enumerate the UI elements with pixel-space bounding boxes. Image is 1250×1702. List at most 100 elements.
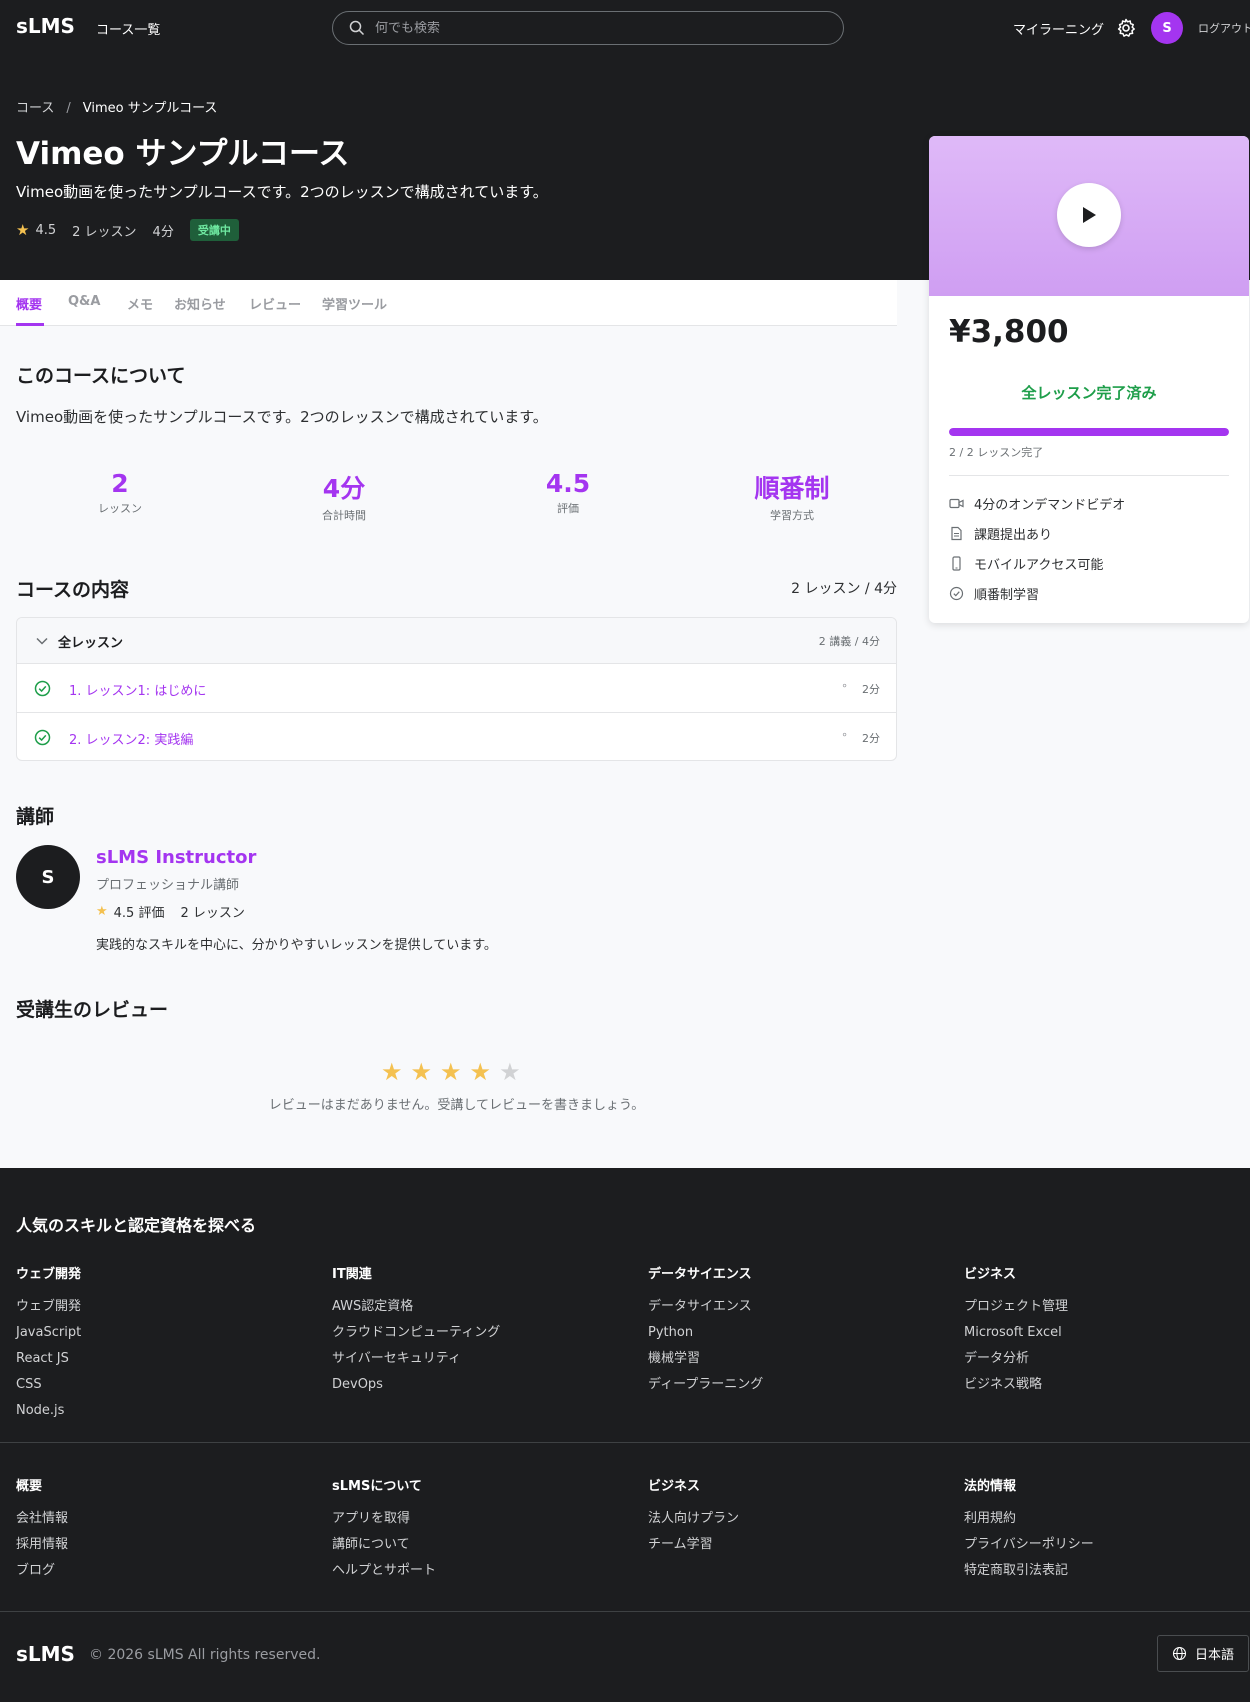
footer-link[interactable]: ウェブ開発 [16,1299,316,1325]
lesson-link[interactable]: 2. レッスン2: 実践編 [69,729,193,748]
feature-item: モバイルアクセス可能 [949,554,1103,573]
instructor-meta: ★ 4.5 評価 2 レッスン [96,902,245,921]
footer-link[interactable]: Python [648,1325,948,1351]
footer-link[interactable]: データサイエンス [648,1299,948,1325]
tab-notes[interactable]: メモ [127,294,153,313]
footer-link[interactable]: ディープラーニング [648,1377,948,1403]
star-icon: ★ [381,1058,403,1086]
star-icon: ★ [16,221,30,239]
lesson-row[interactable]: 2. レッスン2: 実践編 ∘ 2分 [17,713,896,760]
curriculum-section: 全レッスン 2 講義 / 4分 1. レッスン1: はじめに ∘ 2分 2. レ… [16,617,897,761]
search-icon [349,20,365,36]
stat-label: レッスン [98,502,142,515]
footer-link[interactable]: Microsoft Excel [964,1325,1250,1351]
footer-logo[interactable]: sLMS [16,1642,75,1666]
footer-link[interactable]: アプリを取得 [332,1511,632,1537]
footer-link[interactable]: JavaScript [16,1325,316,1351]
star-icon: ★ [410,1058,433,1086]
breadcrumb-courses[interactable]: コース [16,101,54,116]
feature-label: 順番制学習 [974,588,1040,603]
instructor-name[interactable]: sLMS Instructor [96,847,256,868]
footer-link[interactable]: データ分析 [964,1351,1250,1377]
feature-item: 4分のオンデマンドビデオ [949,494,1125,513]
instructor-bio: 実践的なスキルを中心に、分かりやすいレッスンを提供しています。 [96,938,497,953]
footer-link[interactable]: 特定商取引法表記 [964,1563,1250,1589]
footer-link[interactable]: 会社情報 [16,1511,316,1537]
course-subtitle: Vimeo動画を使ったサンプルコースです。2つのレッスンで構成されています。 [16,183,548,201]
lesson-row[interactable]: 1. レッスン1: はじめに ∘ 2分 [17,664,896,713]
chevron-down-icon [36,637,48,645]
tab-announcements[interactable]: お知らせ [174,294,226,313]
purchase-card: ¥3,800 全レッスン完了済み 2 / 2 レッスン完了 4分のオンデマンドビ… [929,136,1249,623]
enrolled-badge: 受講中 [189,219,239,241]
tab-qa[interactable]: Q&A [68,294,100,309]
tab-learning-tools[interactable]: 学習ツール [322,294,387,313]
tab-reviews[interactable]: レビュー [249,294,301,313]
progress-bar [949,428,1229,436]
logo[interactable]: sLMS [16,14,75,38]
nav-courses-link[interactable]: コース一覧 [96,19,160,38]
footer-divider [0,1442,1250,1443]
footer-link[interactable]: AWS認定資格 [332,1299,632,1325]
footer-link[interactable]: React JS [16,1351,316,1377]
footer-link[interactable]: プロジェクト管理 [964,1299,1250,1325]
footer-column-title: IT関連 [332,1267,372,1282]
footer-link[interactable]: サイバーセキュリティ [332,1351,632,1377]
footer-link[interactable]: クラウドコンピューティング [332,1325,632,1351]
course-preview[interactable] [929,136,1249,296]
footer-link[interactable]: 機械学習 [648,1351,948,1377]
footer-link[interactable]: DevOps [332,1377,632,1403]
my-learning-link[interactable]: マイラーニング [1013,19,1104,38]
instructor-rating: 4.5 評価 [113,906,165,921]
footer-column-title: 法的情報 [964,1479,1017,1494]
footer-skill-column: データサイエンス データサイエンス Python 機械学習 ディープラーニング [648,1263,948,1403]
section-count: 2 講義 / 4分 [818,635,880,648]
stat-value: 4分 [322,474,366,503]
play-icon [1083,207,1096,223]
instructor-lessons: 2 レッスン [180,906,245,921]
footer-link[interactable]: 利用規約 [964,1511,1250,1537]
search-box[interactable] [332,11,844,45]
stat-learning-mode: 順番制 学習方式 [732,469,852,523]
lesson-link[interactable]: 1. レッスン1: はじめに [69,680,206,699]
footer-link[interactable]: 講師について [332,1537,632,1563]
lesson-duration: 2分 [862,732,880,745]
footer-link[interactable]: ブログ [16,1563,316,1589]
language-selector[interactable]: 日本語 [1157,1635,1249,1672]
footer-divider [0,1611,1250,1612]
section-header[interactable]: 全レッスン 2 講義 / 4分 [17,618,896,664]
reviews-heading: 受講生のレビュー [16,999,169,1021]
instructor-heading: 講師 [16,806,55,828]
stat-label: 合計時間 [322,509,366,522]
logout-link[interactable]: ログアウト [1198,20,1250,36]
user-avatar[interactable]: S [1151,12,1183,44]
footer-link[interactable]: ヘルプとサポート [332,1563,632,1589]
search-input[interactable] [375,20,815,36]
footer-link[interactable]: Node.js [16,1403,316,1429]
footer-link[interactable]: CSS [16,1377,316,1403]
feature-label: モバイルアクセス可能 [974,558,1104,573]
language-label: 日本語 [1195,1648,1235,1663]
footer-link[interactable]: 採用情報 [16,1537,316,1563]
divider [949,475,1229,476]
footer-link[interactable]: プライバシーポリシー [964,1537,1250,1563]
breadcrumb: コース / Vimeo サンプルコース [16,97,217,116]
globe-icon [1172,1646,1187,1661]
course-tabs: 概要 Q&A メモ お知らせ レビュー 学習ツール [0,280,897,326]
footer-column-title: 概要 [16,1479,43,1494]
footer-link[interactable]: 法人向けプラン [648,1511,948,1537]
play-button[interactable] [1057,183,1121,247]
tab-overview[interactable]: 概要 [16,294,42,313]
content-summary: 2 レッスン / 4分 [791,581,897,597]
footer-link[interactable]: チーム学習 [648,1537,948,1563]
stat-rating: 4.5 評価 [508,469,628,516]
stat-label: 評価 [557,502,579,515]
about-heading: このコースについて [16,365,186,387]
gear-icon[interactable] [1116,18,1136,38]
footer-heading: 人気のスキルと認定資格を探べる [16,1216,257,1235]
progress-fill [949,428,1229,436]
footer-link[interactable]: ビジネス戦略 [964,1377,1250,1403]
instructor-title: プロフェッショナル講師 [96,878,240,893]
footer-skill-column: IT関連 AWS認定資格 クラウドコンピューティング サイバーセキュリティ De… [332,1263,632,1403]
footer-link-column: sLMSについて アプリを取得 講師について ヘルプとサポート [332,1475,632,1589]
